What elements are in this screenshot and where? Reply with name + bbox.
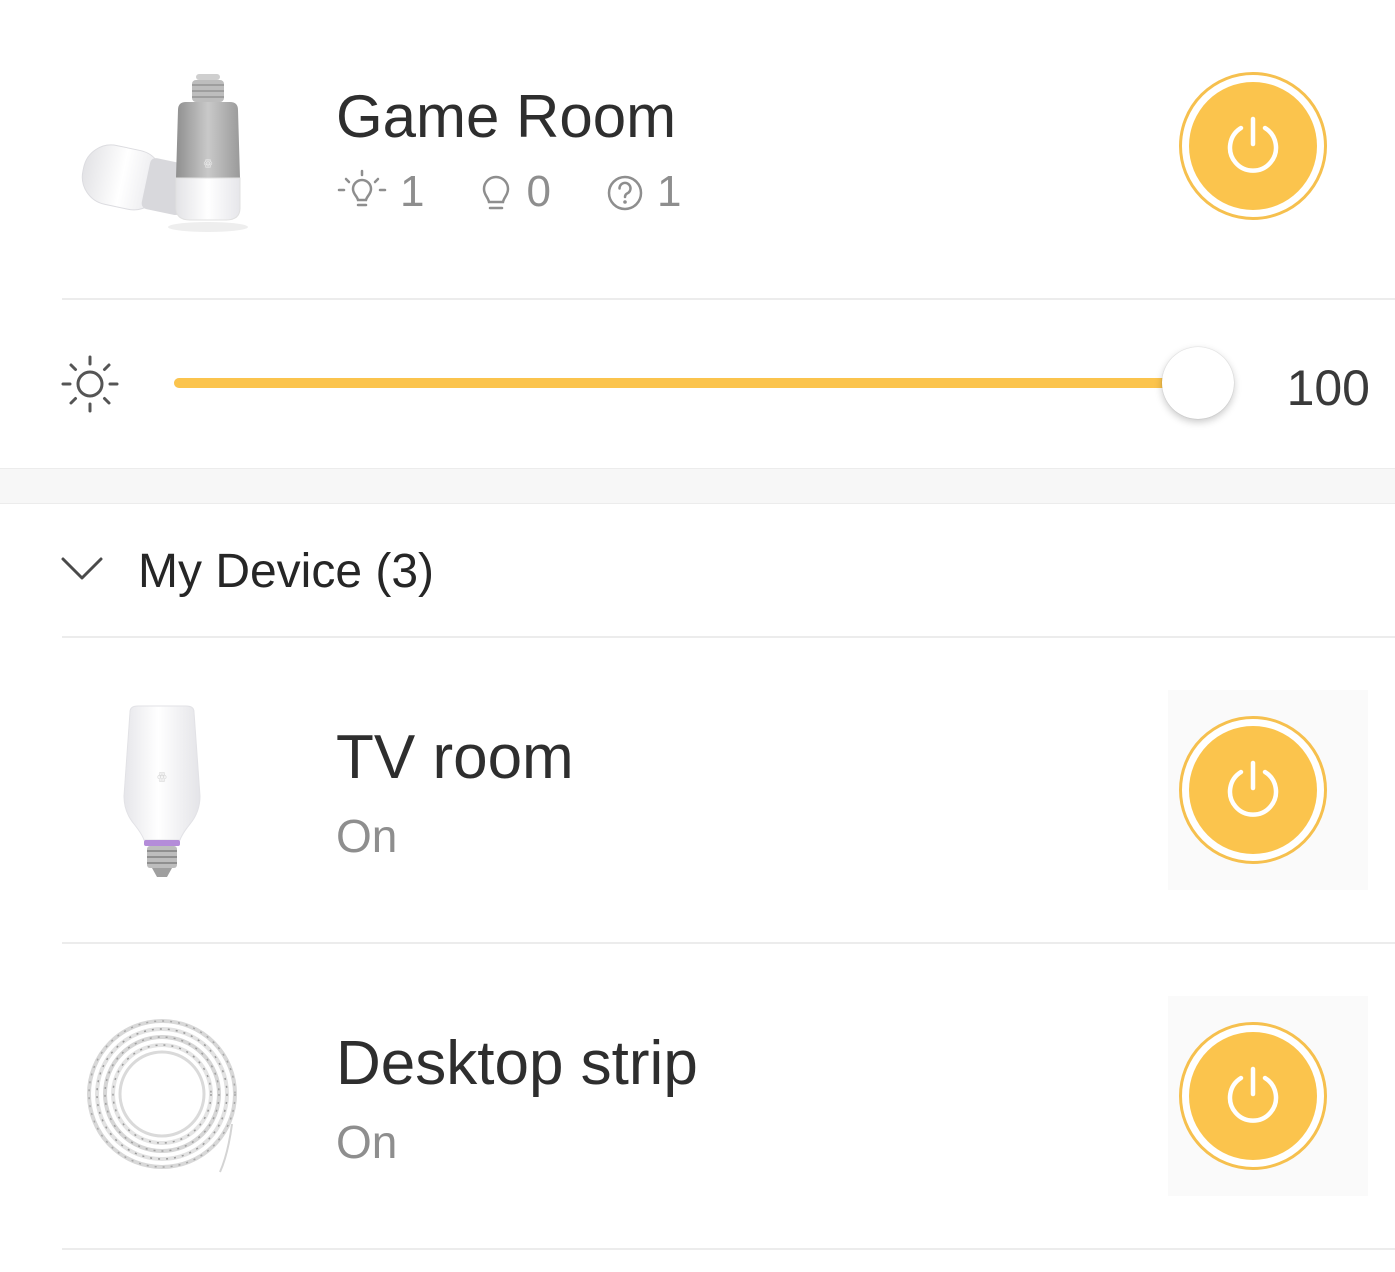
room-header[interactable]: ꙮ Game Room 1 0 1 — [0, 0, 1395, 298]
stat-unknown: 1 — [605, 164, 681, 220]
bulb-off-icon — [483, 175, 510, 210]
light-strip-image — [87, 1019, 237, 1173]
device-power-fill — [1189, 726, 1317, 854]
section-title: My Device (3) — [138, 545, 435, 598]
device-name: TV room — [336, 723, 574, 792]
room-image: ꙮ — [70, 70, 260, 235]
section-separator — [0, 468, 1395, 504]
question-circle-icon — [607, 175, 643, 211]
room-stats: 1 0 1 — [336, 164, 735, 220]
stat-lights-off: 0 — [478, 164, 551, 220]
device-power-button[interactable] — [1179, 716, 1327, 864]
stat-lights-off-count: 0 — [526, 167, 551, 216]
brightness-slider-thumb[interactable] — [1162, 347, 1234, 419]
bulb-on-icon — [337, 169, 387, 207]
device-power-fill — [1189, 1032, 1317, 1160]
brightness-slider[interactable] — [174, 378, 1204, 388]
power-icon — [1227, 760, 1279, 817]
device-status: On — [336, 810, 398, 862]
room-name: Game Room — [336, 83, 677, 150]
bulbs-image: ꙮ — [81, 74, 248, 232]
device-power-button[interactable] — [1179, 1022, 1327, 1170]
room-power-fill — [1189, 82, 1317, 210]
svg-text:ꙮ: ꙮ — [204, 158, 213, 169]
device-name: Desktop strip — [336, 1029, 698, 1098]
chevron-down-icon[interactable] — [60, 554, 104, 582]
divider — [62, 1248, 1395, 1250]
room-power-button[interactable] — [1179, 72, 1327, 220]
power-icon — [1227, 1066, 1279, 1123]
device-status: On — [336, 1116, 398, 1168]
device-image: ꙮ — [112, 700, 212, 882]
brightness-slider-fill — [174, 378, 1204, 388]
device-image — [82, 1014, 244, 1174]
stat-unknown-count: 1 — [656, 167, 682, 216]
svg-text:ꙮ: ꙮ — [157, 770, 167, 783]
chevron-wrap[interactable] — [60, 554, 104, 587]
brightness-icon-wrap — [60, 354, 120, 419]
brightness-value: 100 — [1286, 360, 1370, 416]
color-bulb-image: ꙮ — [123, 705, 201, 877]
stat-lights-on: 1 — [336, 164, 424, 220]
sun-icon — [61, 355, 119, 413]
stat-lights-on-count: 1 — [400, 167, 425, 216]
power-icon — [1227, 116, 1279, 173]
